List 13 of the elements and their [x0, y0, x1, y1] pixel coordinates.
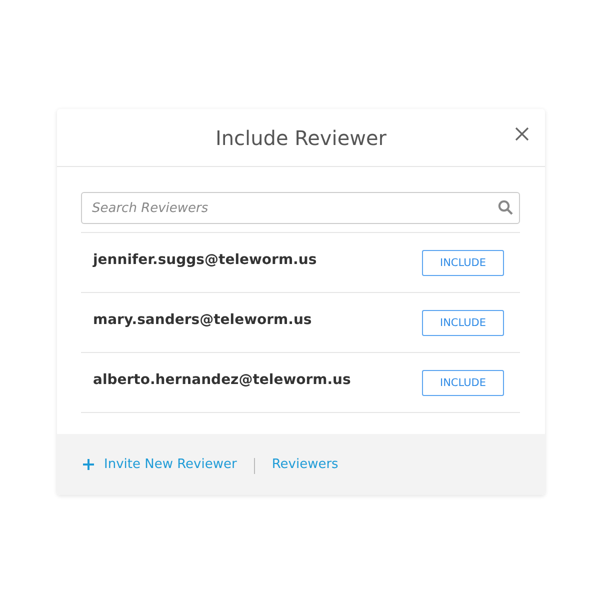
include-button[interactable]: INCLUDE	[422, 310, 504, 336]
reviewer-email: jennifer.suggs@teleworm.us	[93, 252, 317, 268]
search-icon[interactable]	[498, 200, 513, 215]
reviewer-email: alberto.hernandez@teleworm.us	[93, 372, 351, 388]
reviewer-email: mary.sanders@teleworm.us	[93, 312, 312, 328]
close-icon[interactable]	[515, 127, 529, 141]
plus-icon[interactable]	[83, 459, 94, 470]
include-button[interactable]: INCLUDE	[422, 250, 504, 276]
footer-link[interactable]: Reviewers	[272, 457, 338, 472]
search-field[interactable]: Search Reviewers	[81, 192, 520, 224]
include-button[interactable]: INCLUDE	[422, 370, 504, 396]
dialog-title: Include Reviewer	[215, 126, 387, 150]
footer-link[interactable]: Invite New Reviewer	[104, 457, 237, 472]
